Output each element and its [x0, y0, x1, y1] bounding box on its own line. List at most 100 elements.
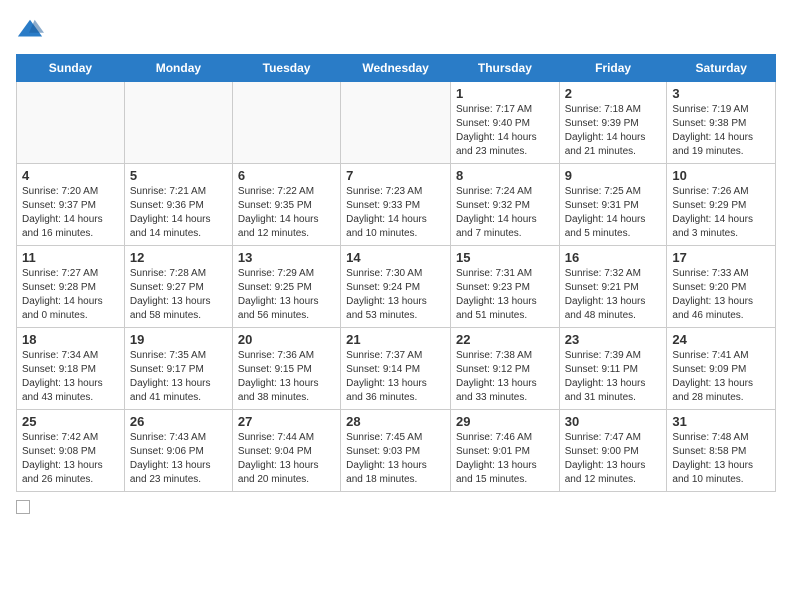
day-info: Sunrise: 7:24 AM Sunset: 9:32 PM Dayligh… — [456, 185, 554, 241]
day-cell: 12Sunrise: 7:28 AM Sunset: 9:27 PM Dayli… — [124, 246, 232, 328]
day-cell: 17Sunrise: 7:33 AM Sunset: 9:20 PM Dayli… — [667, 246, 776, 328]
day-cell: 19 Sunrise: 7:35 AM Sunset: 9:17 PM Dayli… — [124, 328, 232, 410]
day-cell: 14 Sunrise: 7:30 AM Sunset: 9:24 PM Dayli… — [341, 246, 451, 328]
day-cell: 20 Sunrise: 7:36 AM Sunset: 9:15 PM Dayli… — [232, 328, 340, 410]
day-cell: 24 Sunrise: 7:41 AM Sunset: 9:09 PM Dayli… — [667, 328, 776, 410]
day-cell — [17, 82, 125, 164]
day-number: 22 — [456, 332, 554, 347]
day-cell: 8 Sunrise: 7:24 AM Sunset: 9:32 PM Daylig… — [450, 164, 559, 246]
day-number: 12 — [130, 250, 227, 265]
logo-icon — [16, 16, 44, 44]
day-number: 24 — [672, 332, 770, 347]
day-cell: 30 Sunrise: 7:47 AM Sunset: 9:00 PM Dayli… — [559, 410, 667, 492]
day-cell: 15 Sunrise: 7:31 AM Sunset: 9:23 PM Dayli… — [450, 246, 559, 328]
day-number: 25 — [22, 414, 119, 429]
day-info: Sunrise: 7:43 AM Sunset: 9:06 PM Dayligh… — [130, 431, 227, 487]
day-cell: 4Sunrise: 7:20 AM Sunset: 9:37 PM Daylig… — [17, 164, 125, 246]
day-number: 14 — [346, 250, 445, 265]
day-number: 7 — [346, 168, 445, 183]
day-info: Sunrise: 7:19 AM Sunset: 9:38 PM Dayligh… — [672, 103, 770, 159]
day-info: Sunrise: 7:18 AM Sunset: 9:39 PM Dayligh… — [565, 103, 662, 159]
day-info: Sunrise: 7:44 AM Sunset: 9:04 PM Dayligh… — [238, 431, 335, 487]
day-info: Sunrise: 7:35 AM Sunset: 9:17 PM Dayligh… — [130, 349, 227, 405]
day-number: 10 — [672, 168, 770, 183]
week-row-5: 25 Sunrise: 7:42 AM Sunset: 9:08 PM Dayli… — [17, 410, 776, 492]
day-number: 21 — [346, 332, 445, 347]
daylight-box — [16, 500, 30, 514]
day-cell: 10Sunrise: 7:26 AM Sunset: 9:29 PM Dayli… — [667, 164, 776, 246]
day-cell — [124, 82, 232, 164]
day-info: Sunrise: 7:41 AM Sunset: 9:09 PM Dayligh… — [672, 349, 770, 405]
day-cell: 22 Sunrise: 7:38 AM Sunset: 9:12 PM Dayli… — [450, 328, 559, 410]
day-info: Sunrise: 7:30 AM Sunset: 9:24 PM Dayligh… — [346, 267, 445, 323]
calendar-table: SundayMondayTuesdayWednesdayThursdayFrid… — [16, 54, 776, 492]
day-info: Sunrise: 7:42 AM Sunset: 9:08 PM Dayligh… — [22, 431, 119, 487]
day-cell: 29Sunrise: 7:46 AM Sunset: 9:01 PM Dayli… — [450, 410, 559, 492]
day-number: 31 — [672, 414, 770, 429]
week-row-3: 11 Sunrise: 7:27 AM Sunset: 9:28 PM Dayli… — [17, 246, 776, 328]
day-cell: 13 Sunrise: 7:29 AM Sunset: 9:25 PM Dayli… — [232, 246, 340, 328]
day-number: 4 — [22, 168, 119, 183]
day-cell: 9 Sunrise: 7:25 AM Sunset: 9:31 PM Daylig… — [559, 164, 667, 246]
day-cell: 31 Sunrise: 7:48 AM Sunset: 8:58 PM Dayli… — [667, 410, 776, 492]
header-tuesday: Tuesday — [232, 55, 340, 82]
day-info: Sunrise: 7:47 AM Sunset: 9:00 PM Dayligh… — [565, 431, 662, 487]
day-number: 9 — [565, 168, 662, 183]
day-info: Sunrise: 7:29 AM Sunset: 9:25 PM Dayligh… — [238, 267, 335, 323]
header-monday: Monday — [124, 55, 232, 82]
day-number: 17 — [672, 250, 770, 265]
day-cell: 28 Sunrise: 7:45 AM Sunset: 9:03 PM Dayli… — [341, 410, 451, 492]
day-number: 6 — [238, 168, 335, 183]
day-number: 28 — [346, 414, 445, 429]
day-number: 8 — [456, 168, 554, 183]
day-number: 23 — [565, 332, 662, 347]
week-row-4: 18Sunrise: 7:34 AM Sunset: 9:18 PM Dayli… — [17, 328, 776, 410]
day-info: Sunrise: 7:32 AM Sunset: 9:21 PM Dayligh… — [565, 267, 662, 323]
header-saturday: Saturday — [667, 55, 776, 82]
day-info: Sunrise: 7:48 AM Sunset: 8:58 PM Dayligh… — [672, 431, 770, 487]
header-sunday: Sunday — [17, 55, 125, 82]
day-cell: 21Sunrise: 7:37 AM Sunset: 9:14 PM Dayli… — [341, 328, 451, 410]
day-cell: 26 Sunrise: 7:43 AM Sunset: 9:06 PM Dayli… — [124, 410, 232, 492]
header-row: SundayMondayTuesdayWednesdayThursdayFrid… — [17, 55, 776, 82]
day-number: 27 — [238, 414, 335, 429]
day-cell — [341, 82, 451, 164]
day-number: 13 — [238, 250, 335, 265]
day-cell: 25 Sunrise: 7:42 AM Sunset: 9:08 PM Dayli… — [17, 410, 125, 492]
day-number: 1 — [456, 86, 554, 101]
day-number: 18 — [22, 332, 119, 347]
day-number: 30 — [565, 414, 662, 429]
day-cell: 5Sunrise: 7:21 AM Sunset: 9:36 PM Daylig… — [124, 164, 232, 246]
day-info: Sunrise: 7:31 AM Sunset: 9:23 PM Dayligh… — [456, 267, 554, 323]
day-info: Sunrise: 7:36 AM Sunset: 9:15 PM Dayligh… — [238, 349, 335, 405]
day-cell: 23 Sunrise: 7:39 AM Sunset: 9:11 PM Dayli… — [559, 328, 667, 410]
day-number: 2 — [565, 86, 662, 101]
day-number: 26 — [130, 414, 227, 429]
day-info: Sunrise: 7:27 AM Sunset: 9:28 PM Dayligh… — [22, 267, 119, 323]
day-number: 11 — [22, 250, 119, 265]
day-cell — [232, 82, 340, 164]
week-row-2: 4Sunrise: 7:20 AM Sunset: 9:37 PM Daylig… — [17, 164, 776, 246]
day-info: Sunrise: 7:38 AM Sunset: 9:12 PM Dayligh… — [456, 349, 554, 405]
day-cell: 6Sunrise: 7:22 AM Sunset: 9:35 PM Daylig… — [232, 164, 340, 246]
day-number: 15 — [456, 250, 554, 265]
day-info: Sunrise: 7:25 AM Sunset: 9:31 PM Dayligh… — [565, 185, 662, 241]
day-cell: 1Sunrise: 7:17 AM Sunset: 9:40 PM Daylig… — [450, 82, 559, 164]
day-number: 5 — [130, 168, 227, 183]
day-cell: 27 Sunrise: 7:44 AM Sunset: 9:04 PM Dayli… — [232, 410, 340, 492]
day-number: 19 — [130, 332, 227, 347]
footer — [16, 500, 776, 514]
day-number: 3 — [672, 86, 770, 101]
day-cell: 16Sunrise: 7:32 AM Sunset: 9:21 PM Dayli… — [559, 246, 667, 328]
day-number: 29 — [456, 414, 554, 429]
day-info: Sunrise: 7:23 AM Sunset: 9:33 PM Dayligh… — [346, 185, 445, 241]
day-info: Sunrise: 7:39 AM Sunset: 9:11 PM Dayligh… — [565, 349, 662, 405]
day-info: Sunrise: 7:45 AM Sunset: 9:03 PM Dayligh… — [346, 431, 445, 487]
day-cell: 2 Sunrise: 7:18 AM Sunset: 9:39 PM Daylig… — [559, 82, 667, 164]
day-cell: 11 Sunrise: 7:27 AM Sunset: 9:28 PM Dayli… — [17, 246, 125, 328]
day-number: 20 — [238, 332, 335, 347]
logo — [16, 16, 48, 44]
header — [16, 16, 776, 44]
day-cell: 18Sunrise: 7:34 AM Sunset: 9:18 PM Dayli… — [17, 328, 125, 410]
calendar-header: SundayMondayTuesdayWednesdayThursdayFrid… — [17, 55, 776, 82]
